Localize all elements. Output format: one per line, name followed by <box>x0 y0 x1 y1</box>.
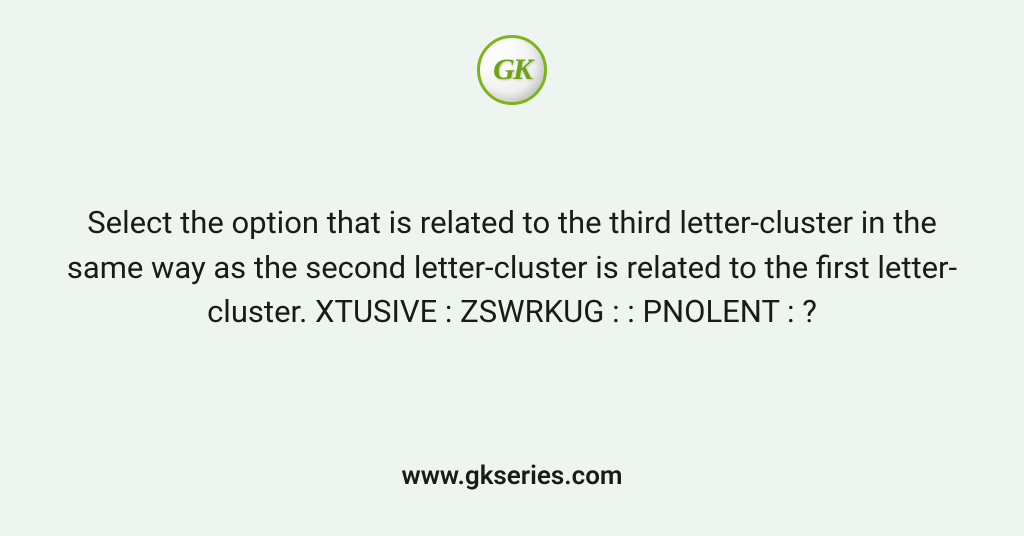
gk-logo: GK <box>477 35 547 105</box>
question-text: Select the option that is related to the… <box>50 201 974 336</box>
logo-text: GK <box>493 53 531 87</box>
footer-url: www.gkseries.com <box>402 461 623 491</box>
question-container: Select the option that is related to the… <box>40 201 984 336</box>
logo-container: GK <box>477 35 547 105</box>
